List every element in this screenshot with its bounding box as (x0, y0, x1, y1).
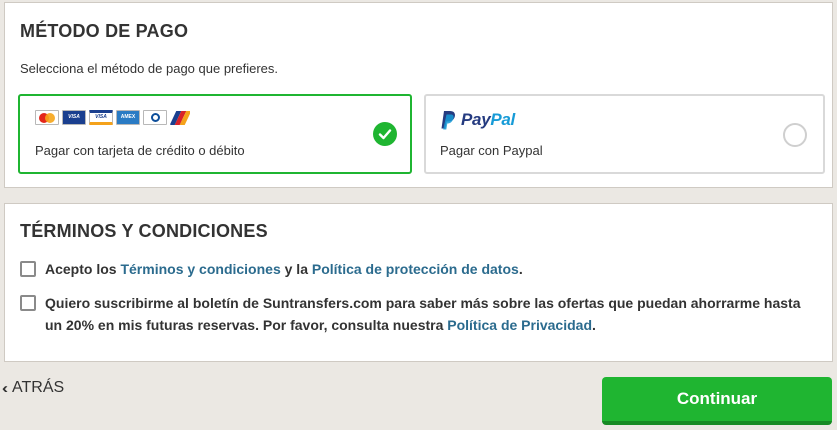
double-chevron-left-icon: ‹‹ (2, 379, 8, 397)
data-protection-link[interactable]: Política de protección de datos (312, 261, 519, 277)
newsletter-checkbox[interactable] (20, 295, 36, 311)
diners-club-icon (143, 110, 167, 125)
continue-button[interactable]: Continuar (602, 377, 832, 425)
privacy-policy-link[interactable]: Política de Privacidad (447, 317, 592, 333)
terms-text-middle: y la (280, 261, 312, 277)
terms-checkbox[interactable] (20, 261, 36, 277)
paypal-brand-pal: Pal (490, 110, 515, 129)
back-link[interactable]: ‹‹ ATRÁS (2, 379, 64, 397)
visa-icon: VISA (89, 110, 113, 125)
terms-title: TÉRMINOS Y CONDICIONES (20, 221, 268, 241)
newsletter-text-before: Quiero suscribirme al boletín de Suntran… (45, 295, 801, 333)
paypal-logo: PayPal (440, 110, 515, 130)
card-option-label: Pagar con tarjeta de crédito o débito (35, 143, 245, 158)
visa-electron-icon: VISA (62, 110, 86, 125)
newsletter-text-after: . (592, 317, 596, 333)
paypal-option-label: Pagar con Paypal (440, 143, 543, 158)
terms-acceptance-row: Acepto los Términos y condiciones y la P… (20, 260, 523, 280)
payment-method-panel: MÉTODO DE PAGO Selecciona el método de p… (4, 2, 833, 188)
terms-conditions-link[interactable]: Términos y condiciones (120, 261, 280, 277)
selected-check-icon (373, 122, 397, 146)
terms-text-before: Acepto los (45, 261, 121, 277)
back-label: ATRÁS (12, 379, 65, 396)
terms-panel: TÉRMINOS Y CONDICIONES Acepto los Términ… (4, 203, 833, 362)
amex-icon: AMEX (116, 110, 140, 125)
paypal-icon (441, 111, 455, 130)
paypal-radio[interactable] (783, 123, 807, 147)
jcb-icon (170, 110, 190, 125)
card-payment-option[interactable]: VISA VISA AMEX Pagar con tarjeta de créd… (18, 94, 412, 174)
paypal-payment-option[interactable]: PayPal Pagar con Paypal (424, 94, 825, 174)
payment-method-title: MÉTODO DE PAGO (20, 21, 189, 41)
paypal-brand-pay: Pay (461, 110, 491, 129)
newsletter-text: Quiero suscribirme al boletín de Suntran… (45, 292, 815, 336)
payment-method-subtitle: Selecciona el método de pago que prefier… (20, 61, 279, 76)
terms-acceptance-text: Acepto los Términos y condiciones y la P… (45, 258, 523, 280)
mastercard-icon (35, 110, 59, 125)
card-logos: VISA VISA AMEX (35, 110, 190, 125)
newsletter-row: Quiero suscribirme al boletín de Suntran… (20, 294, 815, 336)
terms-text-after: . (518, 261, 523, 277)
